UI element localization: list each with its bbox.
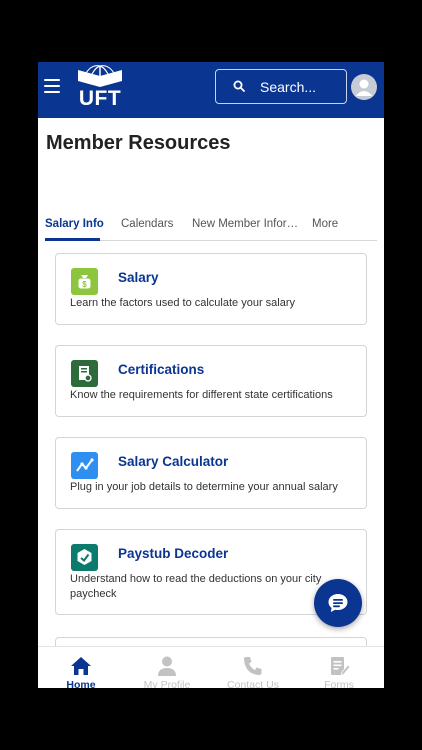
- nav-label: Forms: [324, 679, 354, 688]
- chat-button[interactable]: [314, 579, 362, 627]
- tab-salary-info[interactable]: Salary Info: [45, 218, 104, 230]
- avatar[interactable]: [351, 74, 377, 100]
- tab-new-member-info[interactable]: New Member Infor…: [192, 218, 298, 230]
- nav-forms[interactable]: Forms: [296, 647, 382, 688]
- card-salary[interactable]: $ Salary Learn the factors used to calcu…: [55, 253, 367, 325]
- bottom-navigation: Home My Profile Contact Us Forms: [38, 646, 384, 688]
- app-screen: UFT Search... Member Resources Salary In…: [38, 62, 384, 688]
- home-icon: [71, 657, 91, 675]
- uft-logo[interactable]: UFT: [72, 65, 128, 113]
- card-title: Salary: [118, 270, 159, 285]
- logo-text: UFT: [78, 87, 122, 110]
- menu-icon[interactable]: [44, 79, 60, 93]
- forms-icon: [331, 657, 351, 676]
- chat-bubble-icon: [328, 594, 348, 612]
- search-placeholder: Search...: [260, 79, 317, 95]
- card-title: Salary Calculator: [118, 454, 229, 469]
- top-app-bar: UFT Search...: [38, 62, 384, 118]
- nav-home[interactable]: Home: [38, 647, 124, 688]
- nav-label: Home: [66, 679, 96, 688]
- paystub-icon: [71, 544, 98, 571]
- card-description: Plug in your job details to determine yo…: [70, 481, 338, 493]
- calculator-chart-icon: [71, 452, 98, 479]
- certificate-icon: [71, 360, 98, 387]
- card-description: Understand how to read the deductions on…: [70, 573, 322, 600]
- nav-label: My Profile: [143, 679, 191, 688]
- card-description: Know the requirements for different stat…: [70, 389, 333, 401]
- card-title: Certifications: [118, 362, 205, 377]
- nav-label: Contact Us: [227, 679, 279, 688]
- money-bag-icon: $: [71, 268, 98, 295]
- tab-calendars[interactable]: Calendars: [121, 218, 173, 230]
- nav-my-profile[interactable]: My Profile: [124, 647, 210, 688]
- search-icon: [233, 80, 245, 92]
- page-title: Member Resources: [46, 132, 231, 154]
- card-description: Learn the factors used to calculate your…: [70, 297, 296, 309]
- search-input[interactable]: Search...: [215, 69, 347, 104]
- active-tab-indicator: [45, 238, 100, 241]
- user-icon: [158, 656, 176, 676]
- nav-contact-us[interactable]: Contact Us: [210, 647, 296, 688]
- card-title: Paystub Decoder: [118, 546, 229, 561]
- svg-text:$: $: [82, 280, 87, 289]
- tab-more[interactable]: More: [312, 218, 338, 230]
- card-certifications[interactable]: Certifications Know the requirements for…: [55, 345, 367, 417]
- user-avatar-icon: [355, 79, 373, 96]
- phone-icon: [244, 657, 262, 675]
- tab-bar: Salary Info Calendars New Member Infor… …: [38, 212, 384, 244]
- card-salary-calculator[interactable]: Salary Calculator Plug in your job detai…: [55, 437, 367, 509]
